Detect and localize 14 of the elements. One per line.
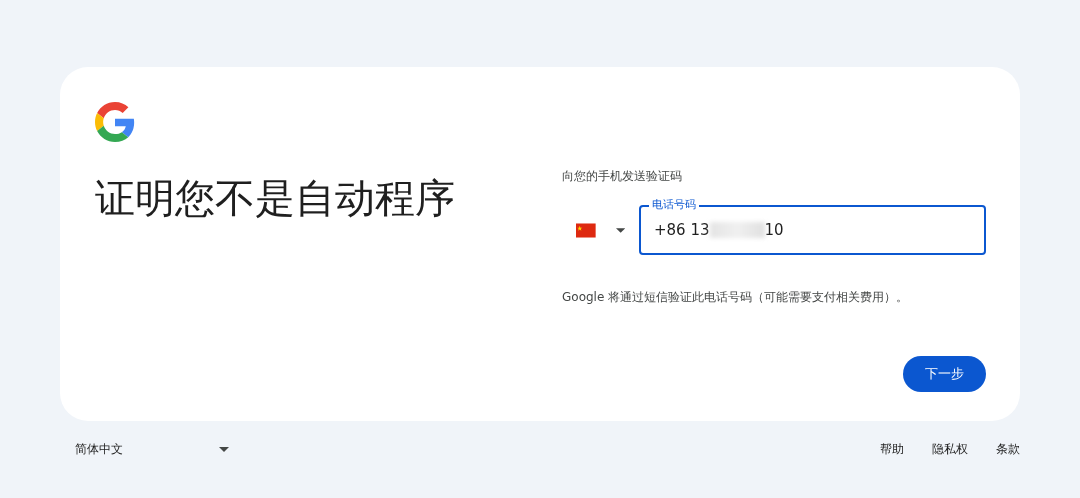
page-title: 证明您不是自动程序 bbox=[95, 174, 456, 223]
next-button[interactable]: 下一步 bbox=[903, 356, 986, 392]
footer-link[interactable]: 条款 bbox=[996, 441, 1020, 458]
footer-link[interactable]: 帮助 bbox=[880, 441, 904, 458]
field-label: 电话号码 bbox=[649, 198, 699, 212]
language-select[interactable]: 简体中文 bbox=[75, 441, 229, 458]
flag-icon[interactable] bbox=[576, 222, 596, 238]
footer-link[interactable]: 隐私权 bbox=[932, 441, 968, 458]
prompt-text: 向您的手机发送验证码 bbox=[562, 168, 683, 185]
caret-icon[interactable] bbox=[219, 447, 229, 452]
notice-text: Google 将通过短信验证此电话号码（可能需要支付相关费用）。 bbox=[562, 289, 910, 306]
caret-icon[interactable] bbox=[615, 227, 625, 233]
redaction-blur bbox=[709, 222, 765, 238]
logo-icon bbox=[95, 102, 135, 142]
